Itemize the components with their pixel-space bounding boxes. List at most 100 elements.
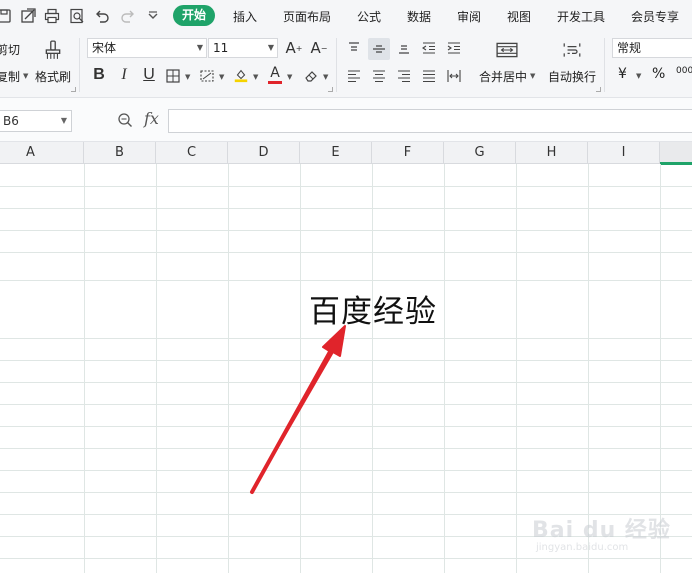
decrease-font-icon[interactable]: A − (309, 39, 329, 57)
distributed-align-icon[interactable] (444, 66, 464, 86)
currency-button[interactable]: ¥ (618, 66, 627, 82)
clipboard-group-launcher[interactable] (71, 87, 76, 92)
column-header-d[interactable]: D (228, 142, 300, 164)
fill-color-icon[interactable] (231, 65, 251, 85)
tab-insert[interactable]: 插入 (233, 8, 257, 25)
decrease-indent-icon[interactable] (419, 38, 439, 58)
grid-line (0, 382, 692, 383)
align-top-icon[interactable] (344, 38, 364, 58)
cell-e6-text[interactable]: 百度经验 (309, 286, 437, 331)
formula-bar: B6 ▼ fx (0, 98, 692, 142)
tab-page-layout[interactable]: 页面布局 (283, 8, 331, 25)
merge-center-button[interactable]: 合并居中 (479, 68, 527, 85)
font-group-launcher[interactable] (328, 87, 333, 92)
undo-icon[interactable] (92, 6, 112, 26)
copy-dropdown-icon[interactable]: ▼ (23, 72, 28, 80)
grid-line (444, 164, 445, 573)
baidu-watermark: Bai du 经验 jingyan.baidu.com (532, 506, 672, 566)
clear-format-dropdown-icon[interactable]: ▼ (323, 73, 328, 81)
fill-pattern-icon[interactable] (197, 67, 217, 85)
tab-developer[interactable]: 开发工具 (557, 8, 605, 25)
font-name-select[interactable]: 宋体 ▼ (87, 38, 207, 58)
zoom-icon[interactable] (117, 112, 133, 131)
ribbon-separator (79, 38, 80, 92)
grid-line (0, 470, 692, 471)
ribbon-separator (604, 38, 605, 92)
increase-font-icon[interactable]: A + (284, 39, 304, 57)
thousands-button[interactable]: 000 (676, 66, 692, 76)
alignment-group-launcher[interactable] (596, 87, 601, 92)
tab-member[interactable]: 会员专享 (631, 8, 679, 25)
tab-review[interactable]: 审阅 (457, 8, 481, 25)
grid-line (84, 164, 85, 573)
font-color-icon[interactable]: A (265, 65, 285, 85)
format-painter-icon[interactable] (42, 38, 64, 62)
formula-input[interactable] (168, 109, 692, 133)
border-dropdown-icon[interactable]: ▼ (185, 73, 190, 81)
fill-pattern-dropdown-icon[interactable]: ▼ (219, 73, 224, 81)
column-header-i[interactable]: I (588, 142, 660, 164)
watermark-logo: Bai du 经验 (532, 518, 671, 543)
print-icon[interactable] (42, 6, 62, 26)
column-header-j[interactable] (660, 142, 692, 165)
font-color-dropdown-icon[interactable]: ▼ (287, 73, 292, 81)
grid-line (0, 230, 692, 231)
grid-line (0, 280, 692, 281)
font-name-value: 宋体 (92, 41, 117, 55)
tab-data[interactable]: 数据 (407, 8, 431, 25)
copy-button[interactable]: 复制 (0, 68, 20, 85)
font-size-select[interactable]: 11 ▼ (208, 38, 278, 58)
column-header-h[interactable]: H (516, 142, 588, 164)
align-right-icon[interactable] (394, 66, 414, 86)
currency-dropdown-icon[interactable]: ▼ (636, 72, 641, 80)
align-bottom-icon[interactable] (394, 38, 414, 58)
percent-button[interactable]: % (652, 66, 665, 82)
fill-color-dropdown-icon[interactable]: ▼ (253, 73, 258, 81)
tab-home[interactable]: 开始 (173, 5, 216, 26)
ribbon: 剪切 复制 ▼ 格式刷 宋体 ▼ 11 ▼ A + A − B I U ▼ ▼ ▼ A … (0, 32, 692, 98)
grid-line (156, 164, 157, 573)
align-left-icon[interactable] (344, 66, 364, 86)
column-header-b[interactable]: B (84, 142, 156, 164)
merge-dropdown-icon[interactable]: ▼ (530, 72, 535, 80)
chevron-down-icon: ▼ (267, 43, 274, 52)
number-format-select[interactable]: 常规 (612, 38, 692, 58)
redo-icon[interactable] (118, 6, 138, 26)
column-header-e[interactable]: E (300, 142, 372, 164)
chevron-down-icon: ▼ (60, 116, 67, 125)
align-middle-icon[interactable] (368, 38, 390, 60)
justify-icon[interactable] (419, 66, 439, 86)
clear-format-icon[interactable] (301, 67, 321, 85)
grid-line (300, 164, 301, 573)
grid-line (0, 338, 692, 339)
export-icon[interactable] (18, 6, 38, 26)
column-header-f[interactable]: F (372, 142, 444, 164)
bold-icon[interactable]: B (88, 64, 110, 86)
wrap-text-button[interactable]: 自动换行 (548, 68, 596, 85)
font-size-value: 11 (213, 41, 229, 55)
customize-dropdown-icon[interactable] (143, 6, 163, 26)
grid-line (516, 164, 517, 573)
merge-center-icon[interactable] (494, 40, 520, 60)
border-icon[interactable] (163, 67, 183, 85)
insert-function-button[interactable]: fx (144, 109, 159, 128)
column-headers: A B C D E F G H I (0, 142, 692, 165)
save-icon[interactable] (0, 6, 14, 26)
chevron-down-icon: ▼ (196, 43, 203, 52)
underline-icon[interactable]: U (138, 64, 160, 86)
grid-line (0, 186, 692, 187)
column-header-g[interactable]: G (444, 142, 516, 164)
cut-button[interactable]: 剪切 (0, 41, 20, 58)
column-header-a[interactable]: A (0, 142, 84, 164)
print-preview-icon[interactable] (67, 6, 87, 26)
name-box[interactable]: B6 ▼ (0, 110, 72, 132)
tab-formulas[interactable]: 公式 (357, 8, 381, 25)
column-header-c[interactable]: C (156, 142, 228, 164)
ribbon-separator (336, 38, 337, 92)
align-center-icon[interactable] (369, 66, 389, 86)
increase-indent-icon[interactable] (444, 38, 464, 58)
italic-icon[interactable]: I (113, 64, 135, 86)
format-painter-button[interactable]: 格式刷 (35, 68, 71, 85)
tab-view[interactable]: 视图 (507, 8, 531, 25)
wrap-text-icon[interactable] (560, 40, 584, 60)
